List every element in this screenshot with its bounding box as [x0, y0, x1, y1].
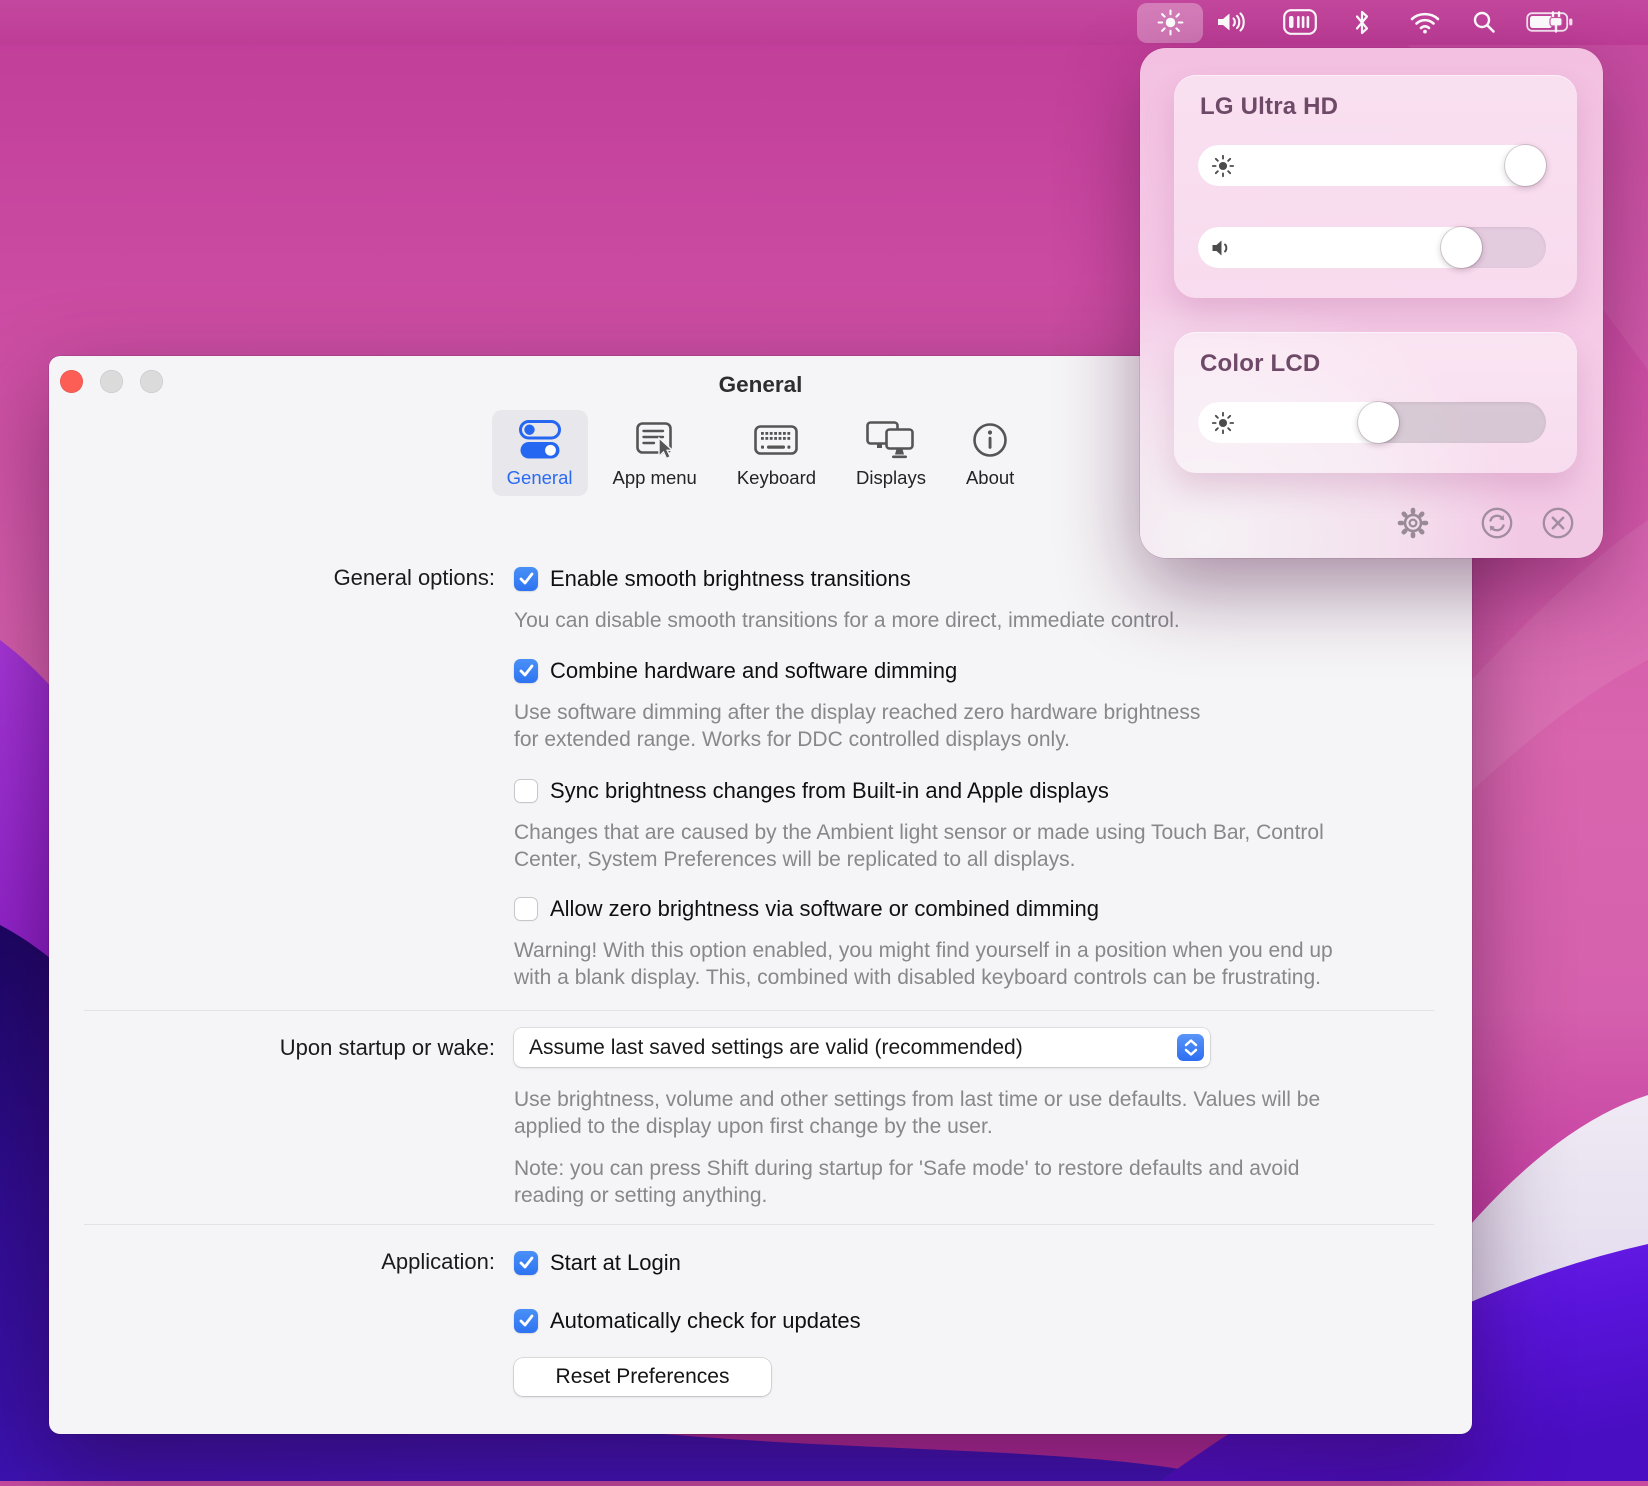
caption-startup-note: Note: you can press Shift during startup…: [514, 1155, 1299, 1209]
checkbox-label: Enable smooth brightness transitions: [550, 566, 911, 592]
tab-label: App menu: [613, 467, 697, 489]
display-name: LG Ultra HD: [1200, 93, 1338, 121]
checkbox-unchecked[interactable]: [514, 897, 538, 921]
tab-general[interactable]: General: [492, 410, 588, 496]
caption-combine-dimming: Use software dimming after the display r…: [514, 699, 1200, 753]
checkbox-checked[interactable]: [514, 567, 538, 591]
toggles-icon: [517, 418, 563, 462]
tab-label: About: [966, 467, 1014, 489]
caption-zero-brightness: Warning! With this option enabled, you m…: [514, 937, 1333, 991]
menu-bar: [0, 0, 1648, 45]
close-icon[interactable]: [1541, 506, 1575, 540]
checkbox-row-combine-dimming[interactable]: Combine hardware and software dimming: [514, 657, 957, 684]
general-options-label: General options:: [49, 565, 495, 591]
refresh-icon[interactable]: [1480, 506, 1514, 540]
displays-icon: [865, 418, 917, 462]
checkbox-row-auto-updates[interactable]: Automatically check for updates: [514, 1307, 861, 1334]
tab-label: Keyboard: [737, 467, 816, 489]
checkbox-label: Sync brightness changes from Built-in an…: [550, 778, 1109, 804]
battery-charging-menu-icon[interactable]: [1526, 10, 1574, 34]
brightness-slider[interactable]: [1198, 402, 1546, 443]
checkbox-label: Start at Login: [550, 1250, 681, 1276]
slider-knob[interactable]: [1505, 145, 1546, 186]
brightness-popover: LG Ultra HD Color LCD: [1140, 48, 1603, 558]
checkbox-label: Combine hardware and software dimming: [550, 658, 957, 684]
brightness-slider[interactable]: [1198, 145, 1546, 186]
search-menu-icon[interactable]: [1472, 10, 1496, 34]
caption-sync-brightness: Changes that are caused by the Ambient l…: [514, 819, 1324, 873]
bluetooth-menu-icon[interactable]: [1353, 9, 1371, 36]
slider-fill: [1198, 227, 1482, 268]
tab-label: Displays: [856, 467, 926, 489]
checkbox-unchecked[interactable]: [514, 779, 538, 803]
tab-keyboard[interactable]: Keyboard: [722, 410, 831, 496]
checkbox-row-smooth-transitions[interactable]: Enable smooth brightness transitions: [514, 565, 911, 592]
speaker-icon: [1211, 238, 1233, 257]
checkbox-label: Automatically check for updates: [550, 1308, 861, 1334]
checkbox-row-start-at-login[interactable]: Start at Login: [514, 1249, 681, 1276]
caption-startup: Use brightness, volume and other setting…: [514, 1086, 1320, 1140]
display-card-color-lcd: Color LCD: [1174, 332, 1577, 473]
info-icon: [970, 418, 1010, 462]
checkbox-row-sync-brightness[interactable]: Sync brightness changes from Built-in an…: [514, 777, 1109, 804]
slider-knob[interactable]: [1358, 402, 1399, 443]
dropdown-chevrons-icon: [1177, 1034, 1204, 1061]
caption-smooth-transitions: You can disable smooth transitions for a…: [514, 607, 1180, 634]
section-divider: [84, 1224, 1434, 1225]
keyboard-backlight-menu-icon[interactable]: [1283, 9, 1317, 35]
wifi-menu-icon[interactable]: [1410, 11, 1440, 34]
checkbox-checked[interactable]: [514, 1251, 538, 1275]
checkbox-row-zero-brightness[interactable]: Allow zero brightness via software or co…: [514, 895, 1099, 922]
tab-app-menu[interactable]: App menu: [598, 410, 712, 496]
checkbox-label: Allow zero brightness via software or co…: [550, 896, 1099, 922]
slider-knob[interactable]: [1441, 227, 1482, 268]
section-divider: [84, 1010, 1434, 1011]
tab-about[interactable]: About: [951, 410, 1029, 496]
startup-label: Upon startup or wake:: [49, 1035, 495, 1061]
reset-preferences-button[interactable]: Reset Preferences: [514, 1358, 771, 1396]
tab-displays[interactable]: Displays: [841, 410, 941, 496]
brightness-menu-icon[interactable]: [1157, 9, 1184, 36]
app-menu-icon: [633, 418, 677, 462]
application-label: Application:: [49, 1249, 495, 1275]
keyboard-icon: [753, 418, 799, 462]
sun-icon: [1211, 411, 1235, 435]
dropdown-selected-value: Assume last saved settings are valid (re…: [514, 1036, 1177, 1060]
volume-menu-icon[interactable]: [1216, 10, 1246, 34]
checkbox-checked[interactable]: [514, 1309, 538, 1333]
slider-fill: [1198, 145, 1546, 186]
tab-label: General: [507, 467, 573, 489]
sun-icon: [1211, 154, 1235, 178]
display-name: Color LCD: [1200, 350, 1320, 378]
display-card-lg-ultra-hd: LG Ultra HD: [1174, 75, 1577, 298]
startup-dropdown[interactable]: Assume last saved settings are valid (re…: [514, 1028, 1210, 1067]
plug-glyph: [1550, 13, 1562, 32]
settings-gear-icon[interactable]: [1396, 506, 1430, 540]
volume-slider[interactable]: [1198, 227, 1546, 268]
checkbox-checked[interactable]: [514, 659, 538, 683]
